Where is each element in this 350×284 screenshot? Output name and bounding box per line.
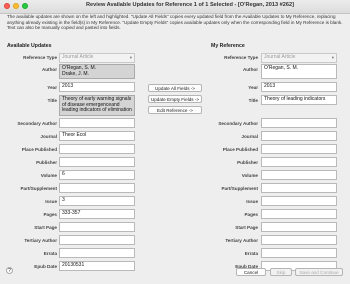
my-errata-field[interactable]	[261, 248, 337, 258]
zoom-window-icon[interactable]	[22, 3, 28, 9]
minimize-window-icon[interactable]	[13, 3, 19, 9]
my-place-published-field[interactable]	[261, 144, 337, 154]
my-pages-field[interactable]	[261, 209, 337, 219]
available-author-field[interactable]: O'Regan, S. M. Drake, J. M.	[59, 64, 135, 79]
my-secondary-author-field[interactable]	[261, 118, 337, 128]
tertiary-author-label: Tertiary Author	[225, 238, 258, 243]
available-start-page-field[interactable]	[59, 222, 135, 232]
reference-type-label: Reference Type	[224, 55, 258, 60]
window-titlebar: Review Available Updates for Reference 1…	[0, 0, 350, 14]
update-empty-fields-button[interactable]: Update Empty Fields ->	[148, 95, 202, 103]
start-page-label: Start Page	[34, 225, 57, 230]
my-title-field[interactable]: Theory of leading indicators	[261, 95, 337, 105]
title-label: Title	[248, 98, 258, 103]
available-pages-field[interactable]: 333-357	[59, 209, 135, 219]
edit-reference-button[interactable]: Edit Reference ->	[148, 106, 202, 114]
my-publisher-field[interactable]	[261, 157, 337, 167]
tertiary-author-label: Tertiary Author	[24, 238, 57, 243]
available-volume-field[interactable]: 6	[59, 170, 135, 180]
available-title-field[interactable]: Theory of early warning signals of disea…	[59, 95, 135, 116]
available-place-published-field[interactable]	[59, 144, 135, 154]
my-reference-heading: My Reference	[211, 43, 245, 49]
my-year-field[interactable]: 2013	[261, 82, 337, 92]
window-title: Review Available Updates for Reference 1…	[86, 2, 294, 8]
journal-label: Journal	[40, 134, 57, 139]
skip-button[interactable]: Skip	[270, 268, 292, 276]
place-published-label: Place Published	[21, 147, 57, 152]
pages-label: Pages	[43, 212, 57, 217]
available-publisher-field[interactable]	[59, 157, 135, 167]
window-controls	[4, 3, 28, 9]
my-author-field[interactable]: O'Regan, S. M.	[261, 64, 337, 79]
chevron-down-icon: ▾	[129, 55, 132, 60]
author-label: Author	[242, 67, 258, 72]
year-label: Year	[248, 85, 258, 90]
available-year-field[interactable]: 2013	[59, 82, 135, 92]
author-label: Author	[41, 67, 57, 72]
help-button[interactable]: ?	[6, 267, 13, 274]
my-tertiary-author-field[interactable]	[261, 235, 337, 245]
my-part-supplement-field[interactable]	[261, 183, 337, 193]
chevron-down-icon: ▾	[331, 55, 334, 60]
errata-label: Errata	[244, 251, 258, 256]
available-journal-field[interactable]: Theor Ecol	[59, 131, 135, 141]
journal-label: Journal	[241, 134, 258, 139]
pages-label: Pages	[244, 212, 258, 217]
cancel-button[interactable]: Cancel	[236, 268, 266, 276]
publisher-label: Publisher	[237, 160, 258, 165]
secondary-author-label: Secondary Author	[218, 121, 258, 126]
close-window-icon[interactable]	[4, 3, 10, 9]
epub-date-label: Epub Date	[34, 264, 57, 269]
my-reference-type-select[interactable]: Journal Article ▾	[261, 53, 337, 63]
part-supplement-label: Part/Supplement	[221, 186, 258, 191]
part-supplement-label: Part/Supplement	[20, 186, 57, 191]
year-label: Year	[47, 85, 57, 90]
my-volume-field[interactable]	[261, 170, 337, 180]
available-secondary-author-field[interactable]	[59, 118, 135, 128]
my-journal-field[interactable]	[261, 131, 337, 141]
volume-label: Volume	[241, 173, 258, 178]
available-part-supplement-field[interactable]	[59, 183, 135, 193]
available-reference-type-select[interactable]: Journal Article ▾	[59, 53, 135, 63]
title-label: Title	[47, 98, 57, 103]
update-all-fields-button[interactable]: Update All Fields ->	[148, 84, 202, 92]
my-issue-field[interactable]	[261, 196, 337, 206]
available-updates-heading: Available Updates	[7, 43, 52, 49]
instructions-text: The available updates are shown on the l…	[7, 14, 343, 31]
place-published-label: Place Published	[222, 147, 258, 152]
reference-type-label: Reference Type	[23, 55, 57, 60]
start-page-label: Start Page	[235, 225, 258, 230]
available-tertiary-author-field[interactable]	[59, 235, 135, 245]
my-start-page-field[interactable]	[261, 222, 337, 232]
secondary-author-label: Secondary Author	[17, 121, 57, 126]
available-epub-date-field[interactable]: 20130531	[59, 261, 135, 271]
publisher-label: Publisher	[36, 160, 57, 165]
available-errata-field[interactable]	[59, 248, 135, 258]
issue-label: Issue	[45, 199, 57, 204]
available-issue-field[interactable]: 3	[59, 196, 135, 206]
issue-label: Issue	[246, 199, 258, 204]
save-and-continue-button[interactable]: Save and Continue	[295, 268, 343, 276]
errata-label: Errata	[43, 251, 57, 256]
volume-label: Volume	[40, 173, 57, 178]
